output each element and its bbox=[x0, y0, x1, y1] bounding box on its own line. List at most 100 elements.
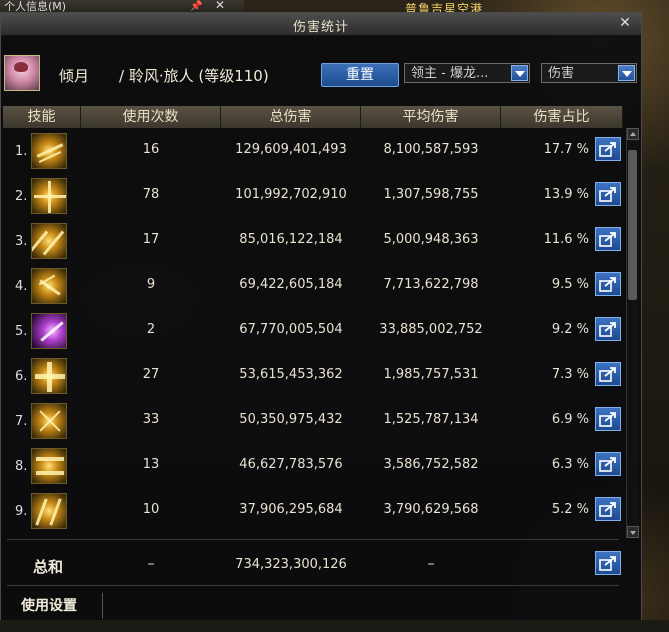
share-button[interactable] bbox=[595, 551, 621, 575]
row-percent: 11.6 % bbox=[543, 232, 589, 247]
row-avg: 8,100,587,593 bbox=[383, 142, 479, 157]
character-header: 倾月 / 聆风·旅人 (等级110) 重置 领主 - 爆龙... 伤害 bbox=[1, 35, 641, 105]
row-total: 101,992,702,910 bbox=[235, 187, 347, 202]
summary-label: 总和 bbox=[33, 558, 64, 576]
skill-table: 1. 16 129,609,401,493 8,100,587,593 17.7… bbox=[3, 128, 623, 538]
skill-icon bbox=[31, 493, 67, 529]
row-avg: 7,713,622,798 bbox=[383, 277, 479, 292]
column-share[interactable]: 伤害占比 bbox=[501, 106, 623, 128]
summary-total: 734,323,300,126 bbox=[235, 557, 347, 572]
row-avg: 5,000,948,363 bbox=[383, 232, 479, 247]
summary-avg: – bbox=[427, 556, 435, 572]
row-avg: 1,307,598,755 bbox=[383, 187, 479, 202]
row-rank: 5. bbox=[15, 324, 28, 339]
divider bbox=[7, 585, 619, 586]
skill-icon bbox=[31, 178, 67, 214]
target-select[interactable]: 领主 - 爆龙... bbox=[404, 63, 530, 83]
row-uses: 2 bbox=[146, 322, 156, 337]
table-row[interactable]: 7. 33 50,350,975,432 1,525,787,134 6.9 % bbox=[3, 398, 623, 443]
window-title: 伤害统计 bbox=[292, 20, 349, 35]
table-row[interactable]: 5. 2 67,770,005,504 33,885,002,752 9.2 % bbox=[3, 308, 623, 353]
column-total[interactable]: 总伤害 bbox=[221, 106, 361, 128]
row-total: 69,422,605,184 bbox=[239, 277, 343, 292]
column-avg[interactable]: 平均伤害 bbox=[361, 106, 501, 128]
row-total: 46,627,783,576 bbox=[239, 457, 343, 472]
table-row[interactable]: 6. 27 53,615,453,362 1,985,757,531 7.3 % bbox=[3, 353, 623, 398]
row-uses: 17 bbox=[142, 232, 160, 247]
row-rank: 6. bbox=[15, 369, 28, 384]
row-total: 53,615,453,362 bbox=[239, 367, 343, 382]
divider bbox=[7, 539, 619, 540]
row-rank: 2. bbox=[15, 189, 28, 204]
row-rank: 8. bbox=[15, 459, 28, 474]
row-total: 67,770,005,504 bbox=[239, 322, 343, 337]
scroll-up-icon[interactable] bbox=[627, 128, 639, 140]
table-row[interactable]: 3. 17 85,016,122,184 5,000,948,363 11.6 … bbox=[3, 218, 623, 263]
chevron-down-icon[interactable] bbox=[618, 65, 635, 81]
skill-icon bbox=[31, 313, 67, 349]
window-titlebar[interactable]: 伤害统计 ✕ bbox=[1, 13, 641, 36]
row-percent: 7.3 % bbox=[551, 367, 589, 382]
summary-uses: – bbox=[147, 556, 155, 572]
share-icon bbox=[599, 457, 616, 472]
table-row[interactable]: 8. 13 46,627,783,576 3,586,752,582 6.3 % bbox=[3, 443, 623, 488]
character-class-level: / 聆风·旅人 (等级110) bbox=[119, 67, 269, 85]
avatar bbox=[4, 55, 40, 91]
skill-icon bbox=[31, 133, 67, 169]
share-icon bbox=[599, 232, 616, 247]
table-row[interactable]: 2. 78 101,992,702,910 1,307,598,755 13.9… bbox=[3, 173, 623, 218]
background-close-icon[interactable]: ✕ bbox=[215, 0, 225, 12]
share-button[interactable] bbox=[595, 317, 621, 341]
row-rank: 1. bbox=[15, 144, 28, 159]
share-icon bbox=[599, 367, 616, 382]
scroll-thumb[interactable] bbox=[628, 150, 637, 300]
share-button[interactable] bbox=[595, 452, 621, 476]
table-scrollbar[interactable] bbox=[626, 128, 639, 538]
share-button[interactable] bbox=[595, 182, 621, 206]
skill-icon bbox=[31, 358, 67, 394]
row-total: 85,016,122,184 bbox=[239, 232, 343, 247]
stat-type-select[interactable]: 伤害 bbox=[541, 63, 637, 83]
row-avg: 1,525,787,134 bbox=[383, 412, 479, 427]
character-name: 倾月 bbox=[59, 67, 90, 85]
row-uses: 13 bbox=[142, 457, 160, 472]
row-rank: 7. bbox=[15, 414, 28, 429]
column-skill[interactable]: 技能 bbox=[3, 106, 81, 128]
row-percent: 17.7 % bbox=[543, 142, 589, 157]
share-button[interactable] bbox=[595, 497, 621, 521]
row-avg: 33,885,002,752 bbox=[379, 322, 483, 337]
table-row[interactable]: 1. 16 129,609,401,493 8,100,587,593 17.7… bbox=[3, 128, 623, 173]
damage-stats-window: 伤害统计 ✕ 倾月 / 聆风·旅人 (等级110) 重置 领主 - 爆龙... … bbox=[0, 12, 642, 622]
row-percent: 5.2 % bbox=[551, 502, 589, 517]
row-uses: 27 bbox=[142, 367, 160, 382]
share-button[interactable] bbox=[595, 407, 621, 431]
target-select-value: 领主 - 爆龙... bbox=[411, 66, 489, 81]
row-uses: 78 bbox=[142, 187, 160, 202]
table-row[interactable]: 9. 10 37,906,295,684 3,790,629,568 5.2 % bbox=[3, 488, 623, 533]
row-uses: 9 bbox=[146, 277, 156, 292]
row-percent: 6.9 % bbox=[551, 412, 589, 427]
table-header: 技能 使用次数 总伤害 平均伤害 伤害占比 bbox=[3, 106, 623, 128]
share-icon bbox=[599, 556, 616, 571]
share-button[interactable] bbox=[595, 272, 621, 296]
share-button[interactable] bbox=[595, 137, 621, 161]
close-icon[interactable]: ✕ bbox=[617, 15, 633, 31]
settings-button[interactable]: 使用设置 bbox=[7, 593, 103, 619]
share-icon bbox=[599, 187, 616, 202]
share-icon bbox=[599, 412, 616, 427]
scroll-down-icon[interactable] bbox=[627, 526, 639, 538]
share-button[interactable] bbox=[595, 362, 621, 386]
share-icon bbox=[599, 142, 616, 157]
table-row[interactable]: 4. 9 69,422,605,184 7,713,622,798 9.5 % bbox=[3, 263, 623, 308]
row-avg: 3,586,752,582 bbox=[383, 457, 479, 472]
reset-button[interactable]: 重置 bbox=[321, 63, 399, 87]
share-button[interactable] bbox=[595, 227, 621, 251]
row-uses: 16 bbox=[142, 142, 160, 157]
share-icon bbox=[599, 322, 616, 337]
skill-icon bbox=[31, 223, 67, 259]
column-uses[interactable]: 使用次数 bbox=[81, 106, 221, 128]
skill-icon bbox=[31, 403, 67, 439]
skill-icon bbox=[31, 448, 67, 484]
row-total: 50,350,975,432 bbox=[239, 412, 343, 427]
chevron-down-icon[interactable] bbox=[511, 65, 528, 81]
